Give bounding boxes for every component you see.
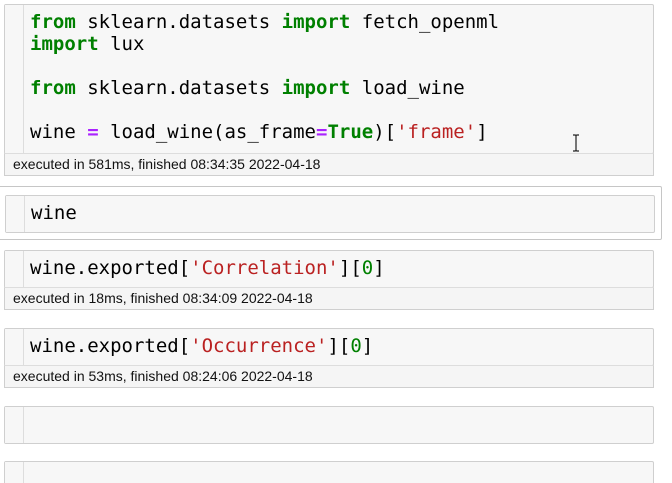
- code-token: import: [281, 11, 351, 33]
- code-token: 'frame': [396, 121, 477, 143]
- code-token: True: [327, 121, 374, 143]
- code-cell-3: wine.exported['Correlation'][0] executed…: [0, 248, 672, 312]
- text-ibeam-cursor-icon: [573, 134, 579, 152]
- code-token: from: [30, 77, 76, 99]
- code-token: wine.exported[: [30, 335, 191, 357]
- cell-gutter: [5, 5, 24, 153]
- code-token: ]: [361, 335, 374, 357]
- code-token: fetch_openml: [350, 11, 500, 33]
- code-token: ]: [476, 121, 488, 143]
- code-cell-5: [0, 404, 672, 448]
- code-token: 'Correlation': [190, 257, 339, 279]
- code-cell-1: from sklearn.datasets import fetch_openm…: [0, 0, 672, 180]
- execution-info: executed in 18ms, finished 08:34:09 2022…: [4, 287, 654, 310]
- code-text: wine: [31, 202, 77, 224]
- cell-gutter: [6, 196, 25, 232]
- code-token: 0: [350, 335, 362, 357]
- code-token: wine.exported[: [30, 257, 191, 279]
- code-text: wine.exported['Correlation'][0]: [30, 257, 385, 279]
- code-token: )[: [373, 121, 397, 143]
- code-editor-4[interactable]: wine.exported['Occurrence'][0]: [4, 328, 654, 366]
- execution-info: executed in 53ms, finished 08:24:06 2022…: [4, 365, 654, 388]
- code-token: from: [30, 11, 76, 33]
- code-token: wine: [31, 202, 77, 224]
- code-cell-6: [0, 459, 672, 483]
- cell-gutter: [5, 329, 24, 365]
- code-token: wine: [30, 121, 88, 143]
- code-token: sklearn.datasets: [75, 11, 282, 33]
- cell-gutter: [5, 462, 24, 483]
- cell-gutter: [5, 407, 24, 443]
- code-editor-2[interactable]: wine: [5, 195, 655, 233]
- execution-info: executed in 581ms, finished 08:34:35 202…: [4, 153, 654, 176]
- code-editor-6[interactable]: [4, 461, 654, 483]
- code-token: ]: [373, 257, 385, 279]
- cell-gutter: [5, 251, 24, 287]
- code-token: lux: [98, 33, 145, 55]
- code-cell-2[interactable]: wine: [0, 186, 662, 240]
- code-token: ][: [338, 257, 362, 279]
- code-token: 0: [361, 257, 374, 279]
- code-token: ][: [327, 335, 351, 357]
- code-token: load_wine(as_frame: [98, 121, 316, 143]
- code-editor-5[interactable]: [4, 406, 654, 444]
- code-token: =: [87, 121, 99, 143]
- code-text: from sklearn.datasets import fetch_openm…: [30, 11, 499, 143]
- code-editor-1[interactable]: from sklearn.datasets import fetch_openm…: [4, 4, 654, 154]
- code-token: sklearn.datasets: [75, 77, 282, 99]
- code-editor-3[interactable]: wine.exported['Correlation'][0]: [4, 250, 654, 288]
- code-token: 'Occurrence': [190, 335, 328, 357]
- code-text: wine.exported['Occurrence'][0]: [30, 335, 373, 357]
- code-token: import: [281, 77, 351, 99]
- code-token: =: [316, 121, 328, 143]
- code-token: load_wine: [350, 77, 465, 99]
- code-token: import: [30, 33, 99, 55]
- code-cell-4: wine.exported['Occurrence'][0] executed …: [0, 326, 672, 390]
